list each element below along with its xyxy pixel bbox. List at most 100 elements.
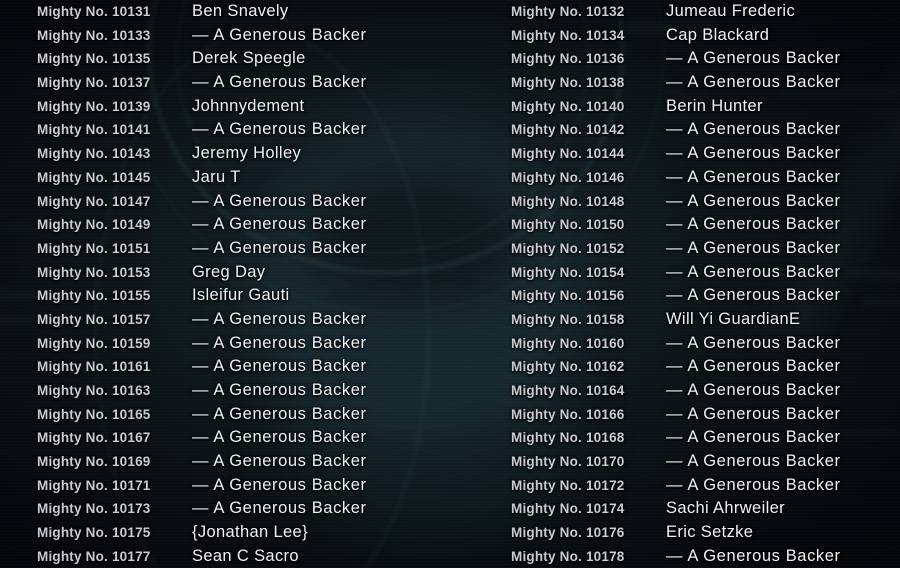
backer-name-label: Will Yi GuardianE [666,309,801,328]
backer-name-label: Sachi Ahrweiler [666,499,785,518]
credit-row: Mighty No. 10177 Sean C Sacro [37,545,367,568]
backer-name-label: Sean C Sacro [192,546,299,565]
credit-row: Mighty No. 10169 — A Generous Backer [37,450,367,474]
mighty-number-label: Mighty No. 10156 [511,288,625,304]
credit-row: Mighty No. 10155 Isleifur Gauti [37,284,367,308]
anonymous-backer-label: — A Generous Backer [666,167,841,186]
credit-row: Mighty No. 10178 — A Generous Backer [511,545,841,568]
anonymous-backer-label: — A Generous Backer [666,191,841,210]
anonymous-backer-label: — A Generous Backer [666,333,841,352]
credit-row: Mighty No. 10175 {Jonathan Lee} [37,521,367,545]
anonymous-backer-label: — A Generous Backer [192,381,367,399]
mighty-number-label: Mighty No. 10160 [511,335,625,351]
mighty-number-label: Mighty No. 10152 [511,240,625,256]
mighty-number-label: Mighty No. 10146 [511,169,625,185]
credit-row: Mighty No. 10138 — A Generous Backer [511,71,841,95]
anonymous-backer-label: — A Generous Backer [192,475,367,494]
mighty-number-label: Mighty No. 10147 [37,193,151,209]
anonymous-backer-label: — A Generous Backer [666,404,841,423]
credit-row: Mighty No. 10174 Sachi Ahrweiler [511,497,841,521]
mighty-number-label: Mighty No. 10172 [511,477,625,493]
credit-row: Mighty No. 10165 — A Generous Backer [37,403,367,427]
credit-row: Mighty No. 10151 — A Generous Backer [37,237,367,261]
mighty-number-label: Mighty No. 10164 [511,383,625,398]
credit-row: Mighty No. 10171 — A Generous Backer [37,474,367,498]
anonymous-backer-label: — A Generous Backer [192,452,367,471]
anonymous-backer-label: — A Generous Backer [666,428,841,447]
credit-row: Mighty No. 10176 Eric Setzke [511,521,841,545]
anonymous-backer-label: — A Generous Backer [192,357,367,376]
credit-row: Mighty No. 10159 — A Generous Backer [37,332,367,356]
credit-row: Mighty No. 10167 — A Generous Backer [37,426,367,450]
credit-row: Mighty No. 10152 — A Generous Backer [511,237,841,261]
mighty-number-label: Mighty No. 10140 [511,98,625,114]
anonymous-backer-label: — A Generous Backer [192,309,367,328]
credit-row: Mighty No. 10143 Jeremy Holley [37,142,367,166]
mighty-number-label: Mighty No. 10171 [37,477,151,493]
credit-row: Mighty No. 10172 — A Generous Backer [511,474,841,498]
anonymous-backer-label: — A Generous Backer [192,191,367,210]
backer-name-label: Ben Snavely [192,2,289,20]
backer-name-label: Jumeau Frederic [666,2,796,20]
anonymous-backer-label: — A Generous Backer [666,215,841,234]
mighty-number-label: Mighty No. 10139 [37,98,151,114]
credit-row: Mighty No. 10157 — A Generous Backer [37,308,367,332]
anonymous-backer-label: — A Generous Backer [666,546,841,565]
anonymous-backer-label: — A Generous Backer [666,144,841,163]
mighty-number-label: Mighty No. 10149 [37,217,151,233]
mighty-number-label: Mighty No. 10169 [37,454,151,470]
mighty-number-label: Mighty No. 10162 [511,359,625,375]
mighty-number-label: Mighty No. 10155 [37,288,151,304]
anonymous-backer-label: — A Generous Backer [192,499,367,518]
mighty-number-label: Mighty No. 10134 [511,27,625,43]
mighty-number-label: Mighty No. 10177 [37,548,151,564]
anonymous-backer-label: — A Generous Backer [666,357,841,376]
credit-row: Mighty No. 10137 — A Generous Backer [37,71,367,95]
credit-row: Mighty No. 10135 Derek Speegle [37,47,367,71]
mighty-number-label: Mighty No. 10141 [37,122,151,138]
credit-row: Mighty No. 10161 — A Generous Backer [37,355,367,379]
anonymous-backer-label: — A Generous Backer [666,120,841,139]
anonymous-backer-label: — A Generous Backer [666,286,841,305]
mighty-number-label: Mighty No. 10137 [37,75,151,91]
credits-column-right: Mighty No. 10132 Jumeau Frederic Mighty No… [511,0,841,568]
credit-row: Mighty No. 10162 — A Generous Backer [511,355,841,379]
anonymous-backer-label: — A Generous Backer [666,238,841,257]
mighty-number-label: Mighty No. 10154 [511,264,625,280]
mighty-number-label: Mighty No. 10178 [511,548,625,564]
anonymous-backer-label: — A Generous Backer [192,404,367,423]
backer-name-label: {Jonathan Lee} [192,523,308,542]
mighty-number-label: Mighty No. 10166 [511,406,625,422]
mighty-number-label: Mighty No. 10176 [511,525,625,541]
credit-row: Mighty No. 10134 Cap Blackard [511,24,841,48]
mighty-number-label: Mighty No. 10133 [37,27,151,43]
credit-row: Mighty No. 10173 — A Generous Backer [37,497,367,521]
mighty-number-label: Mighty No. 10167 [37,430,151,446]
mighty-number-label: Mighty No. 10173 [37,501,151,517]
credit-row: Mighty No. 10148 — A Generous Backer [511,190,841,214]
credit-row: Mighty No. 10142 — A Generous Backer [511,118,841,142]
credits-column-left: Mighty No. 10131 Ben Snavely Mighty No. 10… [37,0,367,568]
mighty-number-label: Mighty No. 10170 [511,454,625,470]
credit-row: Mighty No. 10147 — A Generous Backer [37,190,367,214]
mighty-number-label: Mighty No. 10143 [37,146,151,162]
mighty-number-label: Mighty No. 10168 [511,430,625,446]
credit-row: Mighty No. 10166 — A Generous Backer [511,403,841,427]
anonymous-backer-label: — A Generous Backer [666,452,841,471]
mighty-number-label: Mighty No. 10153 [37,264,151,280]
anonymous-backer-label: — A Generous Backer [192,333,367,352]
backer-name-label: Cap Blackard [666,25,770,44]
credit-row: Mighty No. 10132 Jumeau Frederic [511,0,841,24]
credit-row: Mighty No. 10141 — A Generous Backer [37,118,367,142]
credit-row: Mighty No. 10158 Will Yi GuardianE [511,308,841,332]
anonymous-backer-label: — A Generous Backer [666,262,841,281]
credit-row: Mighty No. 10139 Johnnydement [37,95,367,119]
anonymous-backer-label: — A Generous Backer [192,238,367,257]
anonymous-backer-label: — A Generous Backer [192,73,367,92]
backer-name-label: Jeremy Holley [192,144,302,163]
anonymous-backer-label: — A Generous Backer [192,120,367,139]
mighty-number-label: Mighty No. 10157 [37,311,151,327]
mighty-number-label: Mighty No. 10158 [511,311,625,327]
backer-name-label: Isleifur Gauti [192,286,290,305]
mighty-number-label: Mighty No. 10145 [37,169,151,185]
